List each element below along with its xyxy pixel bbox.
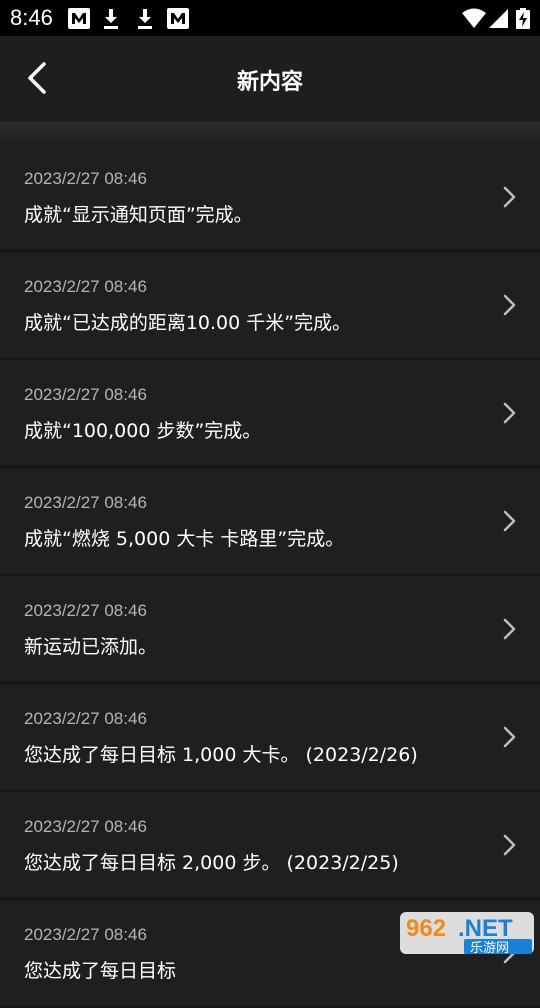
item-text: 成就“燃烧 5,000 大卡 卡路里”完成。 bbox=[24, 528, 345, 550]
item-date: 2023/2/27 08:46 bbox=[24, 277, 147, 296]
chevron-right-icon bbox=[503, 402, 516, 424]
status-bar: 8:46 bbox=[0, 0, 540, 36]
signal-icon bbox=[489, 9, 508, 28]
chevron-right-icon bbox=[503, 618, 516, 640]
m-app-icon bbox=[68, 8, 90, 29]
item-text: 您达成了每日目标 2,000 步。 (2023/2/25) bbox=[24, 852, 399, 874]
download-icon bbox=[138, 9, 152, 29]
battery-charging-icon bbox=[516, 8, 530, 29]
list-item[interactable]: 2023/2/27 08:46 成就“已达成的距离10.00 千米”完成。 bbox=[0, 252, 540, 360]
page-title: 新内容 bbox=[236, 70, 303, 95]
item-text: 新运动已添加。 bbox=[24, 636, 158, 658]
site-watermark-logo: 962 .NET 乐游网 bbox=[400, 912, 534, 956]
item-date: 2023/2/27 08:46 bbox=[24, 493, 147, 512]
app-bar: 新内容 bbox=[0, 36, 540, 122]
item-text: 您达成了每日目标 bbox=[24, 960, 177, 982]
download-icon bbox=[104, 9, 118, 29]
list-item[interactable]: 2023/2/27 08:46 您达成了每日目标 1,000 大卡。 (2023… bbox=[0, 684, 540, 792]
chevron-right-icon bbox=[503, 294, 516, 316]
status-time: 8:46 bbox=[10, 5, 53, 30]
watermark-brand: 962 bbox=[406, 915, 446, 942]
item-date: 2023/2/27 08:46 bbox=[24, 385, 147, 404]
item-date: 2023/2/27 08:46 bbox=[24, 601, 147, 620]
chevron-right-icon bbox=[503, 726, 516, 748]
item-date: 2023/2/27 08:46 bbox=[24, 817, 147, 836]
wifi-icon bbox=[462, 8, 486, 28]
item-date: 2023/2/27 08:46 bbox=[24, 169, 147, 188]
item-text: 成就“已达成的距离10.00 千米”完成。 bbox=[24, 312, 352, 334]
list-item[interactable]: 2023/2/27 08:46 成就“100,000 步数”完成。 bbox=[0, 360, 540, 468]
item-text: 成就“100,000 步数”完成。 bbox=[24, 420, 262, 442]
list-item[interactable]: 2023/2/27 08:46 成就“燃烧 5,000 大卡 卡路里”完成。 bbox=[0, 468, 540, 576]
item-date: 2023/2/27 08:46 bbox=[24, 925, 147, 944]
list-item[interactable]: 2023/2/27 08:46 成就“显示通知页面”完成。 bbox=[0, 144, 540, 252]
chevron-right-icon bbox=[503, 834, 516, 856]
watermark-domain: .NET bbox=[458, 915, 513, 942]
list-item[interactable]: 2023/2/27 08:46 您达成了每日目标 2,000 步。 (2023/… bbox=[0, 792, 540, 900]
chevron-right-icon bbox=[503, 186, 516, 208]
chevron-right-icon bbox=[503, 510, 516, 532]
notification-list: 2023/2/27 08:46 成就“显示通知页面”完成。 2023/2/27 … bbox=[0, 144, 540, 1008]
header-divider bbox=[0, 122, 540, 144]
item-text: 您达成了每日目标 1,000 大卡。 (2023/2/26) bbox=[24, 744, 418, 766]
m-app-icon bbox=[167, 8, 189, 29]
list-item[interactable]: 2023/2/27 08:46 新运动已添加。 bbox=[0, 576, 540, 684]
watermark-subtitle: 乐游网 bbox=[470, 941, 509, 956]
item-text: 成就“显示通知页面”完成。 bbox=[24, 204, 253, 226]
item-date: 2023/2/27 08:46 bbox=[24, 709, 147, 728]
